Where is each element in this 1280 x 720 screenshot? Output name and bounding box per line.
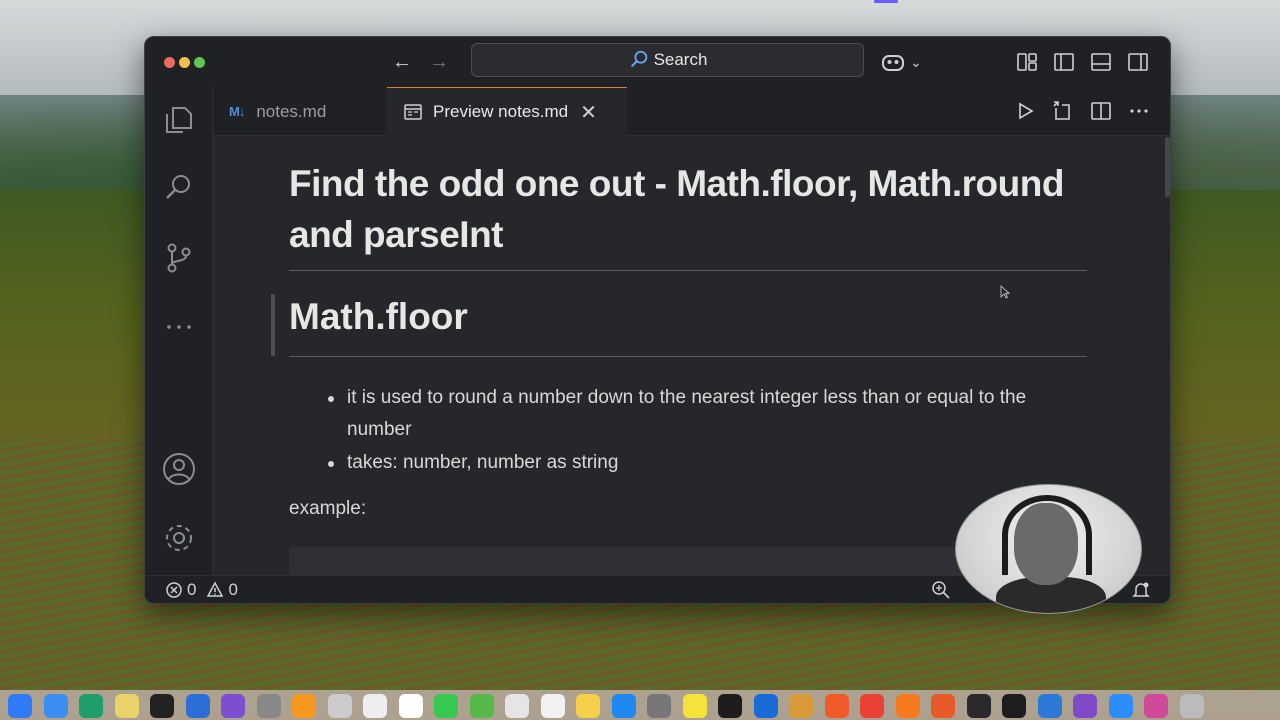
forward-arrow-icon[interactable]: →	[427, 49, 451, 75]
section-divider	[289, 356, 1087, 357]
dock-app-icon[interactable]	[966, 694, 991, 718]
webcam-overlay	[955, 484, 1142, 614]
dock-app-icon[interactable]	[789, 694, 813, 718]
menubar-indicator	[874, 0, 898, 3]
dock-app-icon[interactable]	[1179, 694, 1204, 718]
activity-bar	[145, 87, 213, 575]
bullet-list: it is used to round a number down to the…	[328, 382, 1068, 480]
example-label: example:	[289, 498, 367, 519]
zoom-window-button[interactable]	[194, 57, 205, 68]
dock-app-icon[interactable]	[150, 694, 174, 718]
dock-app-icon[interactable]	[292, 694, 316, 718]
heading-marker	[271, 294, 275, 356]
dock-app-icon[interactable]	[43, 694, 68, 718]
page-title: Find the odd one out - Math.floor, Math.…	[289, 163, 1064, 255]
error-count: 0	[187, 580, 197, 599]
title-bar: ← → Search ⌄	[145, 37, 1170, 87]
dock-app-icon[interactable]	[824, 694, 849, 718]
more-views-icon[interactable]	[161, 309, 197, 345]
list-item: it is used to round a number down to the…	[328, 382, 1068, 446]
tab-preview-notes-md[interactable]: Preview notes.md ✕	[387, 87, 627, 136]
dock-app-icon[interactable]	[398, 694, 423, 718]
dock-app-icon[interactable]	[1108, 694, 1133, 718]
dock-app-icon[interactable]	[576, 694, 600, 718]
error-icon	[166, 582, 182, 598]
toggle-primary-sidebar-icon[interactable]	[1052, 50, 1076, 74]
preview-icon	[404, 104, 422, 120]
zoom-icon[interactable]	[931, 580, 951, 600]
dock-app-icon[interactable]	[895, 694, 920, 718]
markdown-icon: M↓	[229, 104, 245, 119]
dock-app-icon[interactable]	[753, 694, 778, 718]
run-icon[interactable]	[1013, 99, 1037, 123]
warning-count: 0	[228, 580, 238, 599]
back-arrow-icon[interactable]: ←	[390, 49, 414, 75]
chevron-down-icon: ⌄	[910, 53, 922, 70]
warning-icon	[207, 581, 224, 597]
list-item: takes: number, number as string	[328, 447, 1068, 479]
dock-app-icon[interactable]	[718, 694, 742, 718]
dock-app-icon[interactable]	[611, 694, 636, 718]
open-source-icon[interactable]	[1051, 99, 1075, 123]
accounts-icon[interactable]	[161, 451, 197, 487]
dock-app-icon[interactable]	[363, 694, 387, 718]
dock-app-icon[interactable]	[647, 694, 671, 718]
settings-gear-icon[interactable]	[161, 520, 197, 556]
editor-actions	[1013, 99, 1151, 123]
copilot-menu[interactable]: ⌄	[880, 49, 922, 75]
tab-notes-md[interactable]: M↓ notes.md	[213, 87, 387, 136]
tab-label: Preview notes.md	[433, 102, 569, 121]
headset-icon	[1002, 495, 1092, 575]
close-window-button[interactable]	[164, 57, 175, 68]
dock-app-icon[interactable]	[1002, 694, 1026, 718]
dock-app-icon[interactable]	[256, 694, 281, 718]
close-tab-icon[interactable]: ✕	[580, 100, 597, 125]
dock-app-icon[interactable]	[931, 694, 955, 718]
notifications-bell-icon[interactable]	[1131, 580, 1151, 600]
toggle-panel-icon[interactable]	[1089, 50, 1113, 74]
copilot-icon	[882, 55, 904, 71]
dock-app-icon[interactable]	[221, 694, 245, 718]
search-icon	[630, 50, 647, 68]
problems-status[interactable]: 0 0	[165, 580, 238, 600]
search-label: Search	[653, 50, 708, 69]
explorer-icon[interactable]	[161, 102, 197, 138]
command-center-search[interactable]: Search	[471, 43, 864, 77]
dock-app-icon[interactable]	[114, 694, 139, 718]
section-heading: Math.floor	[289, 296, 468, 337]
editor-tabs: M↓ notes.md Preview notes.md ✕	[213, 87, 1170, 136]
source-control-icon[interactable]	[161, 240, 197, 276]
split-editor-icon[interactable]	[1089, 99, 1113, 123]
dock-app-icon[interactable]	[1037, 694, 1062, 718]
more-actions-icon[interactable]	[1127, 99, 1151, 123]
dock-app-icon[interactable]	[327, 694, 352, 718]
scrollbar[interactable]	[1165, 137, 1170, 197]
dock-app-icon[interactable]	[469, 694, 494, 718]
dock-app-icon[interactable]	[1073, 694, 1097, 718]
search-view-icon[interactable]	[161, 170, 197, 206]
title-divider	[289, 270, 1087, 271]
dock-app-icon[interactable]	[860, 694, 884, 718]
dock-app-icon[interactable]	[185, 694, 210, 718]
customize-layout-icon[interactable]	[1015, 50, 1039, 74]
dock-app-icon[interactable]	[434, 694, 458, 718]
mouse-cursor-icon	[1000, 285, 1010, 299]
dock-app-icon[interactable]	[682, 694, 707, 718]
toggle-secondary-sidebar-icon[interactable]	[1126, 50, 1150, 74]
dock-app-icon[interactable]	[1144, 694, 1168, 718]
dock-app-icon[interactable]	[8, 694, 32, 718]
tab-label: notes.md	[256, 101, 327, 121]
dock-app-icon[interactable]	[505, 694, 529, 718]
minimize-window-button[interactable]	[179, 57, 190, 68]
dock-app-icon[interactable]	[540, 694, 565, 718]
dock-app-icon[interactable]	[79, 694, 103, 718]
